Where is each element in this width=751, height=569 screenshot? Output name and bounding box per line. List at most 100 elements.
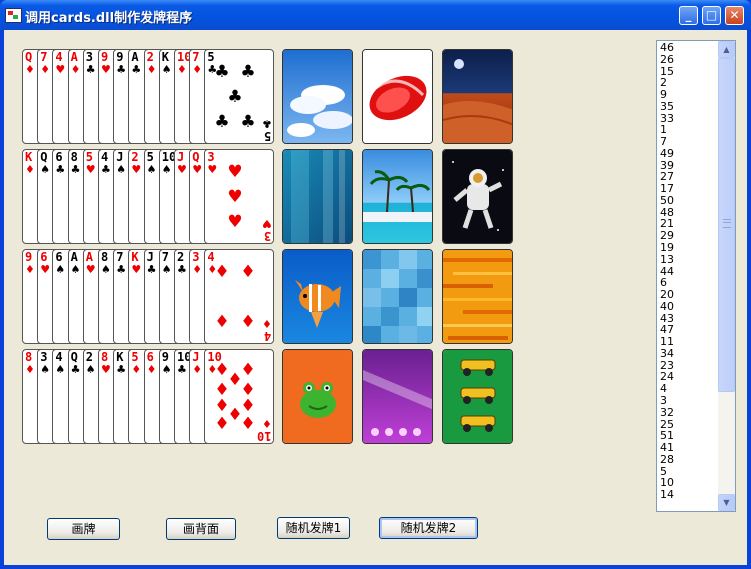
card-suit-icon: ♥ (207, 163, 218, 176)
card-back-frog[interactable] (282, 349, 353, 444)
scroll-down-button[interactable]: ▼ (718, 494, 735, 511)
card-rank: 3 (40, 350, 48, 364)
card-suit-icon: ♠ (116, 163, 127, 176)
playing-card[interactable]: 5 ♣ 5 ♣ ♣ ♣ ♣ ♣ ♣ (204, 49, 275, 144)
card-rank: 9 (25, 250, 33, 264)
card-rank: 4 (55, 50, 63, 64)
card-pip-icon: ♦ (214, 414, 230, 434)
card-rank: 5 (131, 350, 139, 364)
list-item[interactable]: 2 (660, 77, 718, 89)
card-back-aqua-glass[interactable] (282, 149, 353, 244)
list-item[interactable]: 14 (660, 489, 718, 501)
app-icon[interactable] (5, 8, 22, 23)
card-pip-icon: ♥ (227, 162, 243, 182)
list-item[interactable]: 32 (660, 406, 718, 419)
playing-card[interactable]: 3 ♥ 3 ♥ ♥ ♥ ♥ (204, 149, 275, 244)
playing-card[interactable]: 10 ♦ 10 ♦ ♦ ♦ ♦ ♦ ♦ ♦ ♦ ♦ ♦ ♦ (204, 349, 275, 444)
card-rank: K (161, 50, 170, 64)
list-item[interactable]: 49 (660, 148, 718, 160)
card-rank: Q (40, 150, 48, 164)
card-suit-icon: ♥ (131, 163, 142, 176)
card-back-sky-clouds[interactable] (282, 49, 353, 144)
card-rank: J (177, 150, 185, 164)
close-button[interactable]: ✕ (725, 6, 744, 25)
list-item[interactable]: 1 (660, 124, 718, 136)
app-window: 调用cards.dll制作发牌程序 _ □ ✕ Q ♦ 7 ♦ 4 ♥ A ♦ 3 ♣ 9 ♥ 9 ♣ A ♣… (0, 0, 751, 569)
card-rank: 7 (161, 250, 170, 264)
random-deal-2-button[interactable]: 随机发牌2 (379, 517, 478, 539)
list-item[interactable]: 33 (660, 112, 718, 125)
list-item[interactable]: 40 (660, 301, 718, 313)
card-rank: 2 (177, 250, 185, 264)
card-suit-bottom-icon: ♣ (261, 117, 272, 130)
scroll-thumb[interactable] (718, 58, 735, 392)
card-suit-icon: ♥ (40, 263, 51, 276)
card-back-race-cars[interactable] (442, 349, 513, 444)
list-item[interactable]: 3 (660, 395, 718, 407)
list-item[interactable]: 46 (660, 42, 718, 54)
card-back-purple-lights[interactable] (362, 349, 433, 444)
card-back-red-swirl[interactable] (362, 49, 433, 144)
card-pip-icon: ♦ (240, 262, 256, 282)
card-rank: 2 (131, 150, 139, 164)
list-item[interactable]: 13 (660, 254, 718, 266)
card-rank: A (131, 50, 139, 64)
card-suit-bottom-icon: ♥ (261, 217, 272, 230)
maximize-button[interactable]: □ (702, 6, 721, 25)
list-item[interactable]: 26 (660, 53, 718, 66)
card-suit-bottom-icon: ♦ (261, 417, 272, 430)
card-rank: K (116, 350, 124, 364)
card-suit-icon: ♠ (101, 263, 111, 276)
draw-backs-button[interactable]: 画背面 (166, 518, 236, 540)
card-rank: A (70, 250, 78, 264)
card-rank: 9 (101, 50, 109, 64)
card-rank: 4 (101, 150, 109, 164)
card-suit-icon: ♣ (177, 263, 187, 276)
card-suit-icon: ♣ (70, 363, 81, 376)
card-suit-icon: ♥ (131, 263, 142, 276)
card-rank-bottom: 10 (256, 429, 272, 443)
card-pip-icon: ♣ (227, 87, 243, 107)
card-back-desert-moon[interactable] (442, 49, 513, 144)
draw-cards-button[interactable]: 画牌 (47, 518, 120, 540)
list-item[interactable]: 28 (660, 454, 718, 466)
card-rank: 3 (207, 150, 215, 164)
card-suit-icon: ♣ (70, 163, 81, 176)
list-item[interactable]: 44 (660, 265, 718, 278)
vertical-scrollbar[interactable]: ▲ ▼ (718, 41, 735, 511)
list-item[interactable]: 4 (660, 383, 718, 395)
card-pip-icon: ♦ (240, 312, 256, 332)
card-pip-icon: ♥ (227, 187, 243, 207)
card-index-listbox[interactable]: 46 26 15 2 9 35 33 1 7 49 39 27 17 50 48 21 29 19 13 44 6 20 4… (656, 40, 736, 512)
card-suit-icon: ♠ (40, 363, 51, 376)
card-rank: 7 (40, 50, 48, 64)
list-item[interactable]: 50 (660, 195, 718, 207)
card-rank: 5 (85, 150, 94, 164)
scroll-up-button[interactable]: ▲ (718, 41, 735, 58)
card-back-blue-squares[interactable] (362, 249, 433, 344)
card-back-tropical-fish[interactable] (282, 249, 353, 344)
card-suit-icon: ♥ (177, 163, 187, 176)
card-suit-icon: ♣ (146, 263, 157, 276)
card-suit-icon: ♣ (131, 63, 142, 76)
title-bar[interactable]: 调用cards.dll制作发牌程序 _ □ ✕ (0, 0, 751, 30)
card-pip-icon: ♦ (214, 312, 230, 332)
minimize-button[interactable]: _ (679, 6, 698, 25)
card-suit-icon: ♣ (116, 63, 127, 76)
card-back-orange-stripes[interactable] (442, 249, 513, 344)
card-rank: J (146, 250, 154, 264)
list-item[interactable]: 15 (660, 65, 718, 78)
playing-card[interactable]: 4 ♦ 4 ♦ ♦ ♦ ♦ ♦ (204, 249, 275, 344)
random-deal-1-button[interactable]: 随机发牌1 (277, 517, 350, 539)
card-rank-bottom: 4 (264, 329, 272, 343)
list-item[interactable]: 24 (660, 371, 718, 383)
card-suit-icon: ♦ (192, 63, 203, 76)
list-item[interactable]: 35 (660, 101, 718, 113)
card-rank: 4 (55, 350, 63, 364)
card-pip-icon: ♣ (214, 62, 230, 82)
card-suit-icon: ♠ (161, 363, 172, 376)
list-item[interactable]: 34 (660, 348, 718, 360)
card-suit-icon: ♠ (55, 263, 66, 276)
card-back-astronaut[interactable] (442, 149, 513, 244)
card-back-tropical-beach[interactable] (362, 149, 433, 244)
